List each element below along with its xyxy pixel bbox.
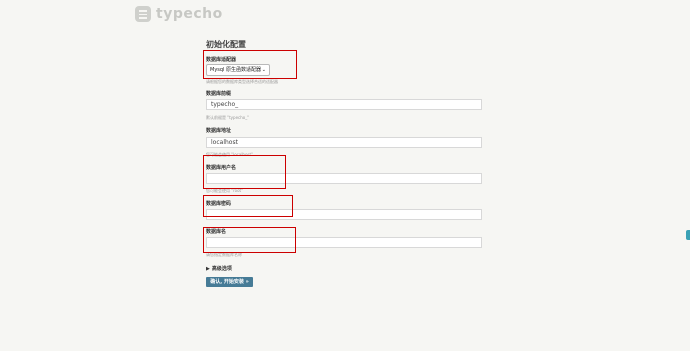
adapter-hint: 请根据您的数据库类型选择合适的适配器	[206, 79, 278, 84]
logo-text: typecho	[156, 6, 223, 22]
prefix-hint: 默认前缀是 "typecho_"	[206, 115, 250, 120]
typecho-logo: typecho	[135, 5, 223, 23]
page-title: 初始化配置	[206, 40, 246, 49]
host-input[interactable]: localhost	[206, 137, 482, 148]
triangle-right-icon: ▶	[206, 266, 210, 272]
logo-icon	[135, 6, 151, 22]
prefix-label: 数据库前缀	[206, 91, 232, 97]
highlight-password	[203, 195, 293, 217]
highlight-dbname	[203, 227, 296, 253]
highlight-username	[203, 155, 286, 189]
side-scroll-handle[interactable]	[686, 230, 690, 240]
prefix-input[interactable]: typecho_	[206, 99, 482, 110]
host-label: 数据库地址	[206, 128, 232, 134]
submit-install-button[interactable]: 确认, 开始安装 »	[206, 277, 253, 287]
advanced-options-toggle[interactable]: ▶ 高级选项	[206, 265, 232, 272]
advanced-options-label: 高级选项	[211, 266, 232, 272]
highlight-adapter	[203, 50, 297, 79]
